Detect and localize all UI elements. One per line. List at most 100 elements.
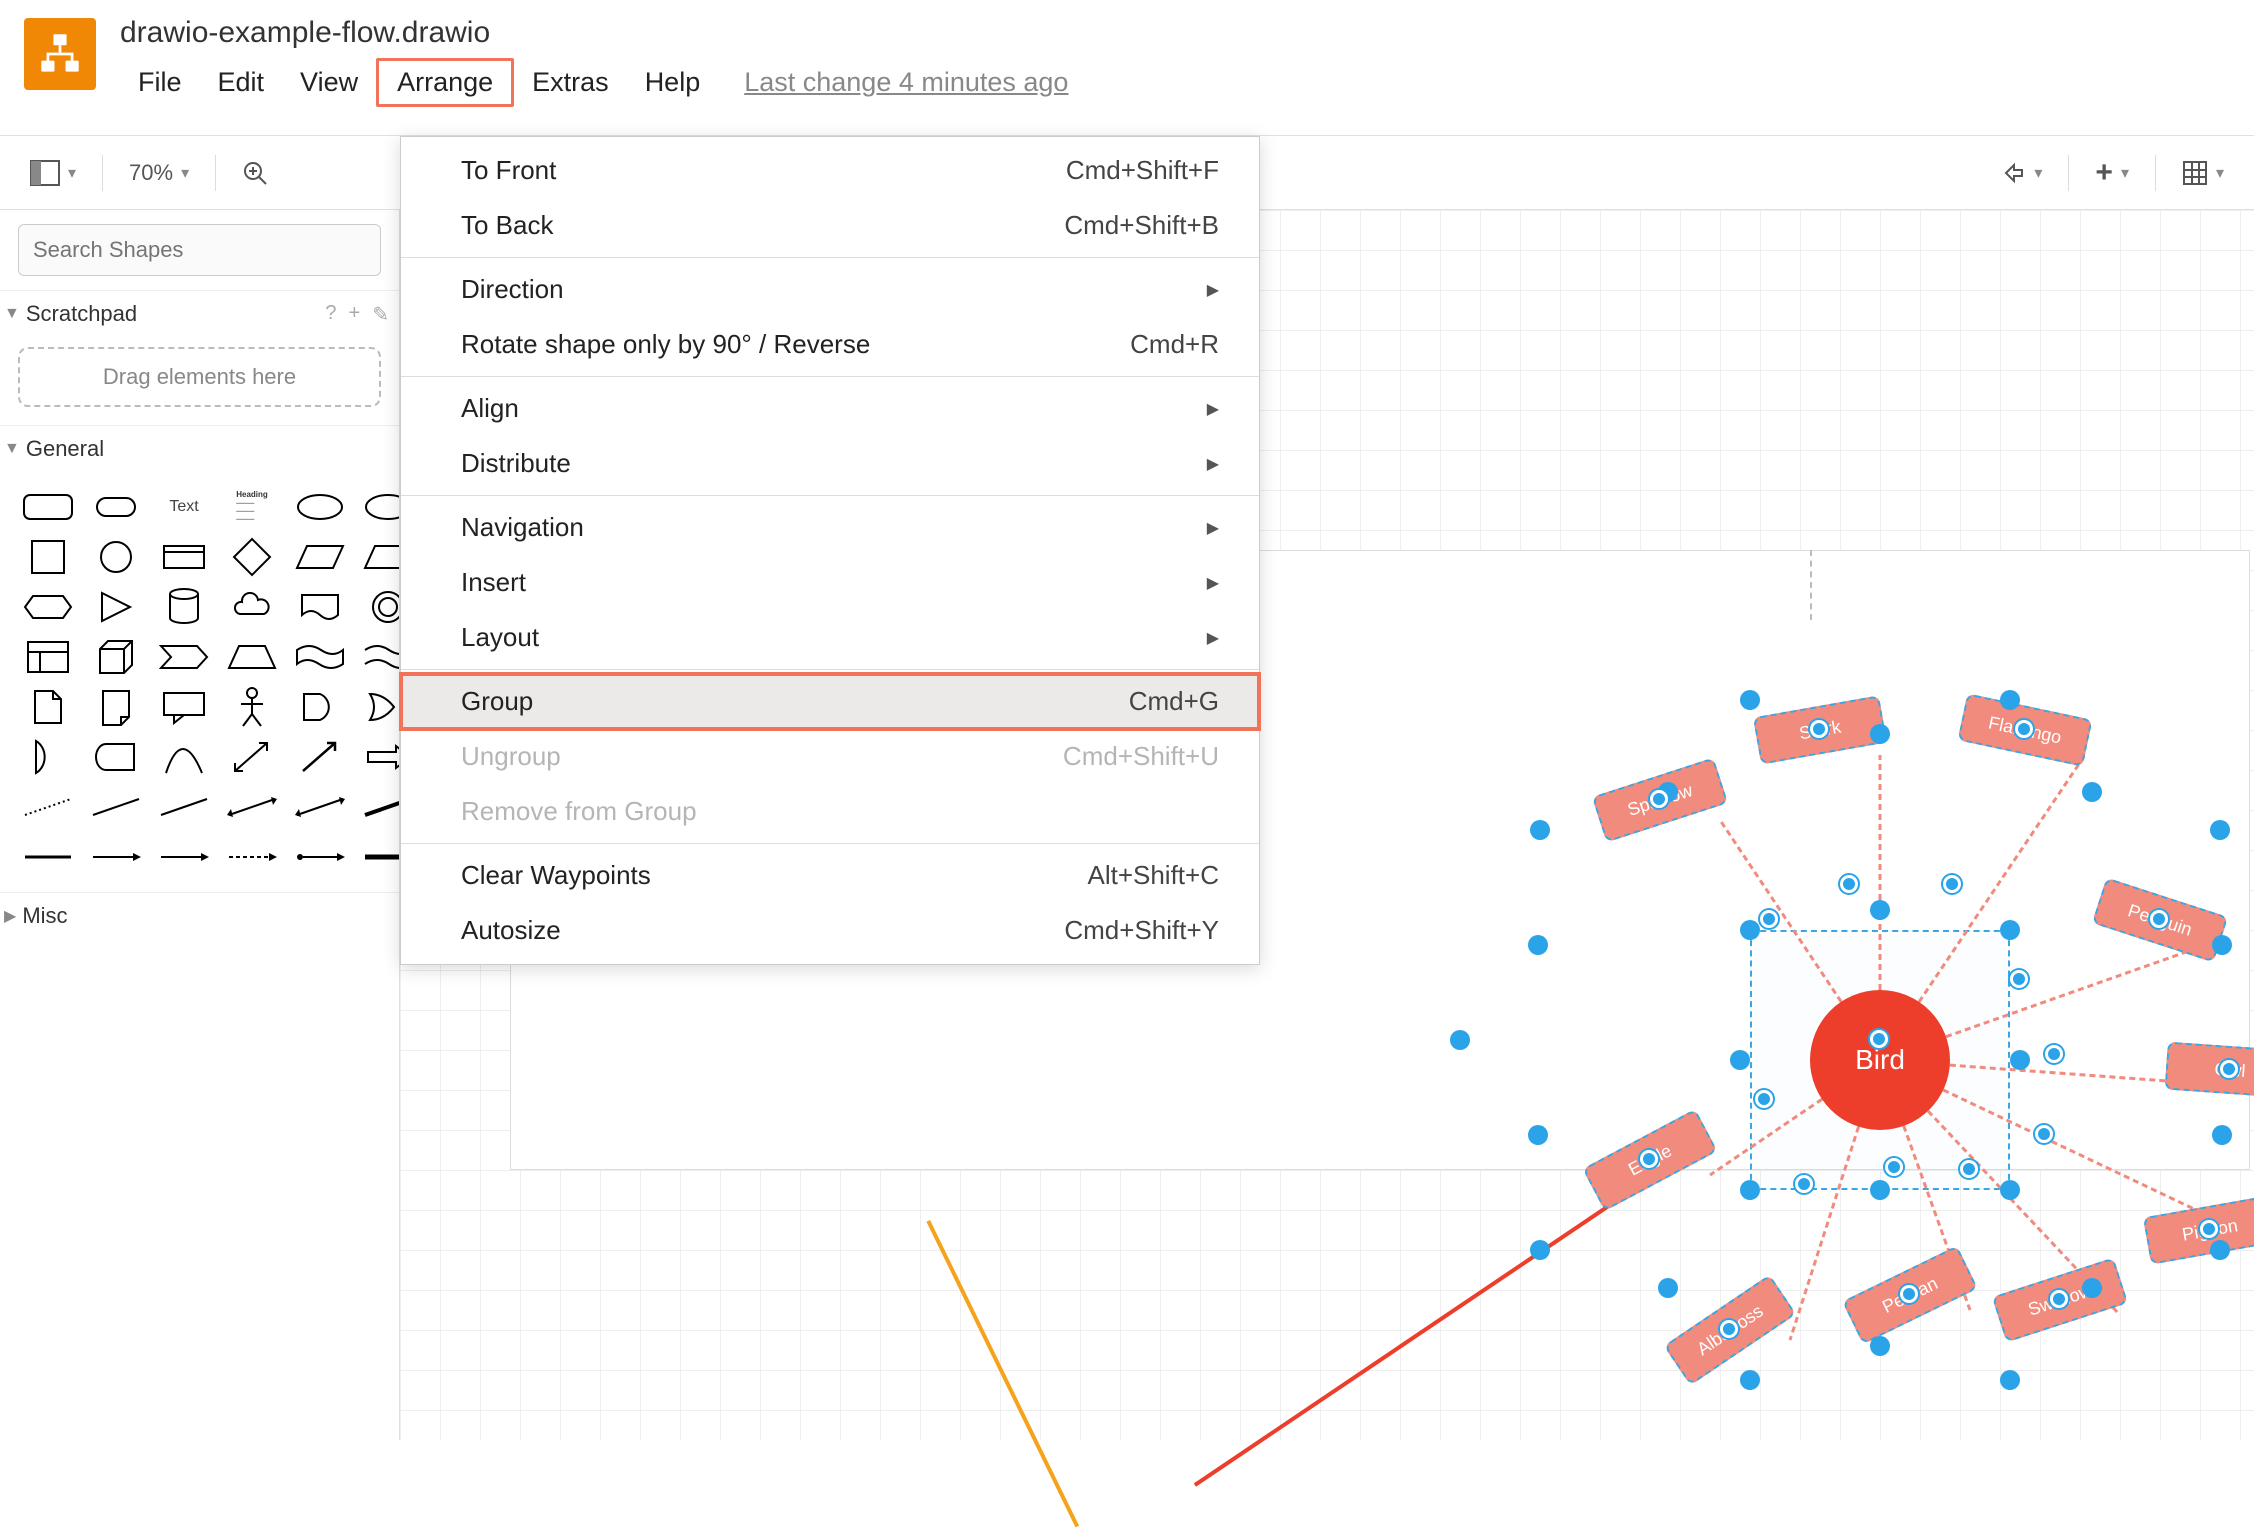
last-change-link[interactable]: Last change 4 minutes ago	[726, 61, 1086, 104]
selection-handle[interactable]	[1740, 920, 1760, 940]
shape-block-arrow[interactable]	[358, 736, 400, 778]
selection-handle[interactable]	[1870, 1180, 1890, 1200]
menu-view[interactable]: View	[282, 61, 376, 104]
shape-half-circle[interactable]	[18, 736, 78, 778]
connection-point[interactable]	[1760, 910, 1778, 928]
shape-note[interactable]	[18, 686, 78, 728]
misc-panel-header[interactable]: ▶ Misc	[0, 892, 399, 939]
selection-handle[interactable]	[2082, 782, 2102, 802]
connection-point[interactable]	[1640, 1150, 1658, 1168]
selection-handle[interactable]	[1658, 1278, 1678, 1298]
selection-handle[interactable]	[2210, 820, 2230, 840]
zoom-in-button[interactable]	[236, 156, 274, 190]
connection-point[interactable]	[1650, 790, 1668, 808]
shape-rounded-rect-small[interactable]	[86, 486, 146, 528]
scratchpad-panel-header[interactable]: ▼ Scratchpad ? + ✎	[0, 290, 399, 337]
scratchpad-drop-area[interactable]: Drag elements here	[18, 347, 381, 407]
shape-dotted-line[interactable]	[18, 786, 78, 828]
shape-cylinder[interactable]	[154, 586, 214, 628]
shape-arrow[interactable]	[290, 736, 350, 778]
shape-heading[interactable]: Heading━━━━━━━━━━━━━━━━━━	[222, 486, 282, 528]
shape-double-circle[interactable]	[358, 586, 400, 628]
menu-item-rotate-shape-only-by-90-reverse[interactable]: Rotate shape only by 90° / ReverseCmd+R	[401, 317, 1259, 372]
add-icon[interactable]: +	[349, 302, 361, 327]
zoom-dropdown[interactable]: 70% ▾	[123, 156, 195, 190]
connection-point[interactable]	[2010, 970, 2028, 988]
shape-folded[interactable]	[86, 686, 146, 728]
shape-rounded-rect[interactable]	[18, 486, 78, 528]
connection-point[interactable]	[2150, 910, 2168, 928]
selection-handle[interactable]	[1530, 1240, 1550, 1260]
shape-step[interactable]	[154, 636, 214, 678]
shape-wave[interactable]	[358, 636, 400, 678]
shape-triangle[interactable]	[86, 586, 146, 628]
edit-icon[interactable]: ✎	[372, 302, 389, 327]
connection-point[interactable]	[1720, 1320, 1738, 1338]
menu-extras[interactable]: Extras	[514, 61, 627, 104]
shape-and[interactable]	[290, 686, 350, 728]
help-icon[interactable]: ?	[325, 302, 336, 327]
selection-handle[interactable]	[1450, 1030, 1470, 1050]
menu-item-distribute[interactable]: Distribute	[401, 436, 1259, 491]
shape-ellipse[interactable]	[290, 486, 350, 528]
node-owl[interactable]: Owl	[2164, 1042, 2254, 1099]
menu-help[interactable]: Help	[627, 61, 719, 104]
shape-double-line[interactable]	[222, 786, 282, 828]
connection-point[interactable]	[2050, 1290, 2068, 1308]
shape-circle[interactable]	[86, 536, 146, 578]
selection-handle[interactable]	[1528, 1125, 1548, 1145]
connection-point[interactable]	[2200, 1220, 2218, 1238]
selection-handle[interactable]	[2010, 1050, 2030, 1070]
connection-point[interactable]	[2220, 1060, 2238, 1078]
shape-ellipse-2[interactable]	[358, 486, 400, 528]
shape-line-2[interactable]	[154, 786, 214, 828]
shape-storage[interactable]	[86, 736, 146, 778]
menu-item-to-back[interactable]: To BackCmd+Shift+B	[401, 198, 1259, 253]
connection-point[interactable]	[1755, 1090, 1773, 1108]
shape-document[interactable]	[290, 586, 350, 628]
connection-point[interactable]	[1960, 1160, 1978, 1178]
file-title[interactable]: drawio-example-flow.drawio	[120, 12, 2254, 58]
shape-parallelogram-2[interactable]	[358, 536, 400, 578]
connection-point[interactable]	[1885, 1158, 1903, 1176]
selection-handle[interactable]	[1740, 1180, 1760, 1200]
menu-file[interactable]: File	[120, 61, 200, 104]
menu-item-clear-waypoints[interactable]: Clear WaypointsAlt+Shift+C	[401, 848, 1259, 903]
shape-bidir-arrow[interactable]	[222, 736, 282, 778]
menu-item-layout[interactable]: Layout	[401, 610, 1259, 665]
connector-plain[interactable]	[18, 836, 78, 878]
shape-callout[interactable]	[154, 686, 214, 728]
shape-or[interactable]	[358, 686, 400, 728]
shape-tape[interactable]	[290, 636, 350, 678]
shape-square[interactable]	[18, 536, 78, 578]
shape-trapezoid[interactable]	[222, 636, 282, 678]
selection-handle[interactable]	[1730, 1050, 1750, 1070]
shape-cube[interactable]	[86, 636, 146, 678]
connection-point[interactable]	[1795, 1175, 1813, 1193]
menu-arrange[interactable]: Arrange	[376, 58, 514, 107]
connector-dashed-arrow[interactable]	[222, 836, 282, 878]
toggle-panels-button[interactable]: ▾	[24, 156, 82, 190]
connection-point[interactable]	[1943, 875, 1961, 893]
connection-point[interactable]	[1840, 875, 1858, 893]
selection-handle[interactable]	[1870, 724, 1890, 744]
node-bird[interactable]: Bird	[1810, 990, 1950, 1130]
shape-parallelogram[interactable]	[290, 536, 350, 578]
menu-item-to-front[interactable]: To FrontCmd+Shift+F	[401, 143, 1259, 198]
shape-thick-line[interactable]	[358, 786, 400, 828]
selection-handle[interactable]	[1528, 935, 1548, 955]
selection-handle[interactable]	[1740, 1370, 1760, 1390]
selection-handle[interactable]	[2212, 1125, 2232, 1145]
selection-handle[interactable]	[2210, 1240, 2230, 1260]
menu-item-group[interactable]: GroupCmd+G	[401, 674, 1259, 729]
shape-text[interactable]: Text	[154, 486, 214, 528]
share-button[interactable]: ▾	[1996, 157, 2048, 189]
connection-point[interactable]	[2015, 720, 2033, 738]
selection-handle[interactable]	[2000, 1370, 2020, 1390]
connection-point[interactable]	[1900, 1285, 1918, 1303]
selection-handle[interactable]	[2082, 1278, 2102, 1298]
selection-handle[interactable]	[1870, 900, 1890, 920]
shape-diamond[interactable]	[222, 536, 282, 578]
menu-item-autosize[interactable]: AutosizeCmd+Shift+Y	[401, 903, 1259, 958]
selection-handle[interactable]	[2000, 920, 2020, 940]
